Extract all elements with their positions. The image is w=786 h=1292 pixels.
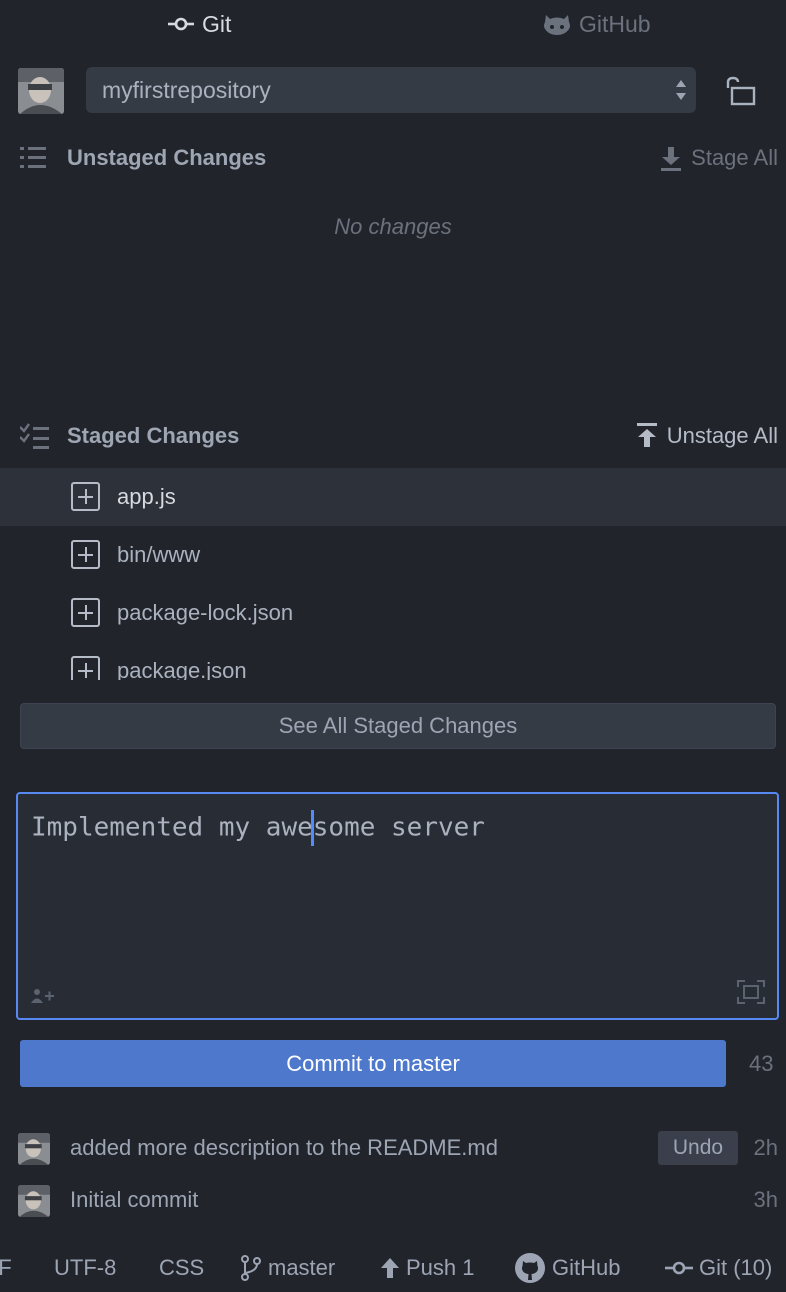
commit-text-after-caret: some server xyxy=(312,812,485,843)
download-icon xyxy=(661,147,682,171)
avatar xyxy=(18,68,64,114)
unstaged-header: Unstaged Changes Stage All xyxy=(0,135,786,181)
file-added-icon xyxy=(71,598,100,627)
tab-github-label: GitHub xyxy=(579,10,651,37)
unstage-all-button[interactable]: Unstage All xyxy=(636,423,778,449)
file-added-icon xyxy=(71,482,100,511)
co-author-icon[interactable] xyxy=(31,988,55,1004)
git-panel-toggle[interactable]: Git (10) xyxy=(665,1244,772,1292)
file-name: package-lock.json xyxy=(117,600,294,625)
encoding-label: UTF-8 xyxy=(54,1255,117,1280)
repository-select[interactable]: myfirstrepository xyxy=(86,67,696,113)
staged-file-row[interactable]: app.js xyxy=(0,468,786,526)
stage-all-label: Stage All xyxy=(691,145,778,170)
commit-message: added more description to the README.md xyxy=(70,1135,498,1160)
commit-message: Initial commit xyxy=(70,1187,199,1212)
grammar-label: CSS xyxy=(159,1255,205,1280)
avatar xyxy=(18,1133,50,1165)
tab-github[interactable]: GitHub xyxy=(543,0,651,48)
no-changes-message: No changes xyxy=(334,214,452,239)
file-name: app.js xyxy=(117,484,176,509)
branch-selector[interactable]: master xyxy=(240,1244,335,1292)
push-button[interactable]: Push 1 xyxy=(380,1244,475,1292)
encoding-selector[interactable]: UTF-8 xyxy=(54,1244,116,1292)
recent-commit-item[interactable]: Initial commit 3h xyxy=(0,1177,786,1223)
recent-commit-item[interactable]: added more description to the README.md … xyxy=(0,1125,786,1171)
staged-header: Staged Changes Unstage All xyxy=(0,413,786,459)
status-bar: LF UTF-8 CSS master Push 1 GitHub xyxy=(0,1244,786,1292)
grammar-selector[interactable]: CSS xyxy=(159,1244,204,1292)
staged-file-row[interactable]: package-lock.json xyxy=(0,584,786,642)
github-panel-toggle[interactable]: GitHub xyxy=(514,1244,620,1292)
git-branch-icon xyxy=(241,1255,261,1281)
remaining-characters: 43 xyxy=(749,1051,774,1076)
commit-message-editor[interactable]: Implemented my awesome server xyxy=(16,792,779,1020)
line-ending-label: LF xyxy=(0,1255,12,1280)
branch-label: master xyxy=(268,1255,336,1280)
see-all-staged-button[interactable]: See All Staged Changes xyxy=(20,703,776,749)
github-mark-icon xyxy=(515,1253,545,1283)
push-label: Push 1 xyxy=(406,1255,475,1280)
git-commit-icon xyxy=(665,1261,693,1275)
octoface-icon xyxy=(544,15,570,35)
staged-file-row[interactable]: bin/www xyxy=(0,526,786,584)
avatar xyxy=(18,1185,50,1217)
github-label: GitHub xyxy=(552,1255,621,1280)
staged-file-row[interactable]: package.json xyxy=(0,642,786,680)
tab-git-label: Git xyxy=(202,10,232,37)
file-name: bin/www xyxy=(117,542,201,567)
list-unordered-icon xyxy=(20,147,46,168)
stage-all-button[interactable]: Stage All xyxy=(661,145,778,171)
unstage-all-label: Unstage All xyxy=(666,423,778,448)
commit-time: 3h xyxy=(753,1187,778,1212)
upload-icon xyxy=(636,423,657,447)
tab-git[interactable]: Git xyxy=(168,0,231,48)
undo-commit-button[interactable]: Undo xyxy=(658,1131,738,1165)
staged-file-list: app.js bin/www package-lock.json package… xyxy=(0,468,786,680)
unlock-icon[interactable] xyxy=(724,76,756,106)
arrow-up-icon xyxy=(381,1258,399,1278)
commit-message-text: Implemented my awesome server xyxy=(31,810,485,846)
staged-title: Staged Changes xyxy=(67,423,240,448)
file-added-icon xyxy=(71,656,100,680)
commit-text-before-caret: Implemented my awe xyxy=(31,812,313,843)
commit-button[interactable]: Commit to master xyxy=(20,1040,726,1087)
unstaged-title: Unstaged Changes xyxy=(67,145,267,170)
select-arrows-icon xyxy=(676,80,686,100)
commit-time: 2h xyxy=(753,1135,778,1160)
git-label: Git (10) xyxy=(699,1255,773,1280)
repository-name: myfirstrepository xyxy=(102,76,271,103)
file-added-icon xyxy=(71,540,100,569)
tasklist-icon xyxy=(20,423,49,449)
git-commit-icon xyxy=(168,17,194,31)
expand-editor-icon[interactable] xyxy=(737,980,765,1004)
line-ending-selector[interactable]: LF xyxy=(0,1244,12,1292)
file-name: package.json xyxy=(117,658,247,680)
